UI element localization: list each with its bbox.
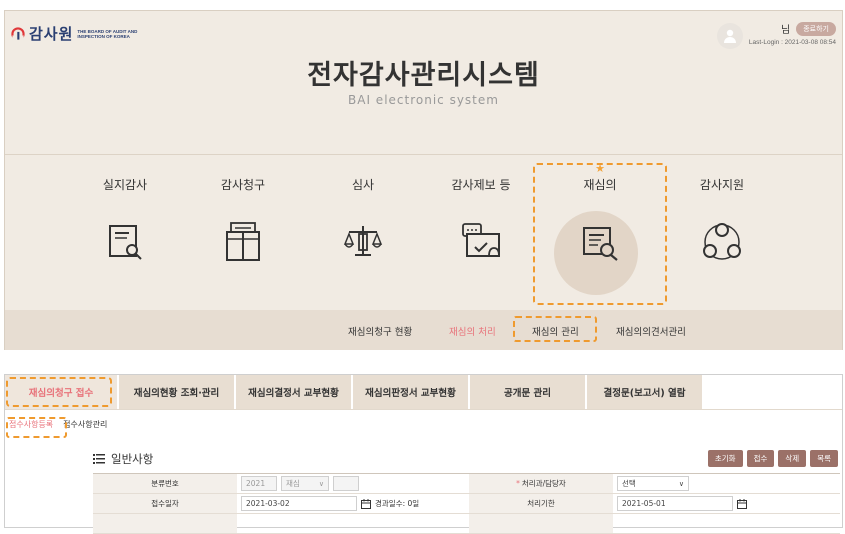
menu-item-audit-request[interactable]: 감사청구 <box>198 176 288 261</box>
menu-item-audit-support[interactable]: 감사지원 <box>677 176 767 260</box>
highlight-box-tab <box>6 377 112 407</box>
menu-item-field-audit[interactable]: 실지감사 <box>80 176 170 260</box>
chevron-down-icon: ∨ <box>318 479 324 488</box>
department-select[interactable]: 선택 ∨ <box>617 476 689 491</box>
logout-button[interactable]: 종료하기 <box>796 21 836 36</box>
user-area: 님 종료하기 Last-Login : 2021-03-08 08:54 <box>716 21 836 49</box>
divider <box>5 154 842 155</box>
receipt-date-label: 접수일자 <box>93 494 237 513</box>
receive-button[interactable]: 접수 <box>746 450 775 467</box>
partial-label <box>93 514 237 533</box>
menu-label: 심사 <box>351 178 375 192</box>
deadline-input[interactable]: 2021-05-01 <box>617 496 733 511</box>
user-avatar-icon <box>716 23 743 49</box>
elapsed-days-text: 경과일수: 0일 <box>375 499 420 508</box>
submenu-item-status[interactable]: 재심의청구 현황 <box>348 324 412 338</box>
list-button[interactable]: 목록 <box>810 450 838 467</box>
people-group-icon <box>703 223 741 260</box>
partial-cell <box>237 514 469 533</box>
document-search-icon <box>109 225 142 260</box>
section-title: 일반사항 <box>111 452 154 466</box>
user-name: 님 <box>781 25 791 36</box>
form-row: 접수일자 2021-03-02 경과일수: 0일 처리기한 2021-05-01 <box>93 494 840 514</box>
last-login-text: Last-Login : 2021-03-08 08:54 <box>748 39 836 46</box>
section-header: 일반사항 <box>93 451 153 467</box>
tab-divider <box>5 409 842 410</box>
deadline-cell: 2021-05-01 <box>613 494 840 513</box>
deadline-label: 처리기한 <box>469 494 613 513</box>
scale-icon <box>343 226 383 256</box>
receipt-date-input[interactable]: 2021-03-02 <box>241 496 357 511</box>
highlight-box-reconsideration <box>533 163 667 305</box>
partial-cell <box>613 514 840 533</box>
department-label: * 처리과/담당자 <box>469 474 613 493</box>
tab-decision-view[interactable]: 결정문(보고서) 열람 <box>587 375 704 409</box>
menu-item-audit-report[interactable]: 감사제보 등 <box>436 176 526 257</box>
department-cell: 선택 ∨ <box>613 474 840 493</box>
action-buttons: 초기화 접수 삭제 목록 <box>707 450 838 467</box>
highlight-box-manage <box>513 316 597 342</box>
tab-judgement-delivery[interactable]: 재심의판정서 교부현황 <box>353 375 470 409</box>
subtab-manage[interactable]: 접수사항관리 <box>63 419 107 430</box>
department-label-text: 처리과/담당자 <box>521 479 566 488</box>
logo[interactable]: 감사원 THE BOARD OF AUDIT AND INSPECTION OF… <box>11 23 137 44</box>
menu-label: 감사지원 <box>699 178 745 192</box>
menu-label: 실지감사 <box>102 178 148 192</box>
submenu-item-process[interactable]: 재심의 처리 <box>449 324 496 338</box>
number-field[interactable] <box>333 476 359 491</box>
tab-status-manage[interactable]: 재심의현황 조회·관리 <box>119 375 236 409</box>
receipt-date-cell: 2021-03-02 경과일수: 0일 <box>237 494 469 513</box>
reset-button[interactable]: 초기화 <box>707 450 743 467</box>
highlight-box-subtab <box>6 417 67 438</box>
folder-icon <box>226 222 260 261</box>
calendar-icon[interactable] <box>737 498 747 509</box>
tab-public-doc[interactable]: 공개문 관리 <box>470 375 587 409</box>
message-monitor-icon <box>462 223 500 257</box>
form-row-partial <box>93 514 840 534</box>
submenu-bar: 재심의청구 현황 재심의 처리 재심의 관리 재심의의견서관리 <box>5 310 842 350</box>
classification-cell: 2021 재심 ∨ <box>237 474 469 493</box>
form-row: 분류번호 2021 재심 ∨ * 처리과/담당자 선택 ∨ <box>93 474 840 494</box>
menu-label: 감사제보 등 <box>451 178 511 192</box>
list-icon <box>93 454 105 464</box>
logo-text: 감사원 <box>29 25 74 43</box>
logo-english-text: THE BOARD OF AUDIT AND INSPECTION OF KOR… <box>77 28 138 39</box>
content-panel: 재심의청구 접수 재심의현황 조회·관리 재심의결정서 교부현황 재심의판정서 … <box>4 374 843 534</box>
classification-label: 분류번호 <box>93 474 237 493</box>
page-subtitle: BAI electronic system <box>348 93 499 107</box>
general-info-form: 분류번호 2021 재심 ∨ * 처리과/담당자 선택 ∨ 접수일자 2021-… <box>93 473 840 534</box>
type-select[interactable]: 재심 ∨ <box>281 476 329 491</box>
tab-decision-delivery[interactable]: 재심의결정서 교부현황 <box>236 375 353 409</box>
menu-item-review[interactable]: 심사 <box>318 176 408 256</box>
calendar-icon[interactable] <box>361 498 371 509</box>
year-field[interactable]: 2021 <box>241 476 277 491</box>
chevron-down-icon: ∨ <box>678 479 684 488</box>
department-select-value: 선택 <box>622 479 636 488</box>
partial-label <box>469 514 613 533</box>
logo-mark-icon <box>11 26 25 41</box>
required-mark: * <box>516 479 520 488</box>
submenu-item-opinion[interactable]: 재심의의견서관리 <box>616 324 686 338</box>
type-select-value: 재심 <box>286 479 300 488</box>
menu-label: 감사청구 <box>220 178 266 192</box>
page-title: 전자감사관리시스템 <box>307 60 540 91</box>
delete-button[interactable]: 삭제 <box>778 450 807 467</box>
